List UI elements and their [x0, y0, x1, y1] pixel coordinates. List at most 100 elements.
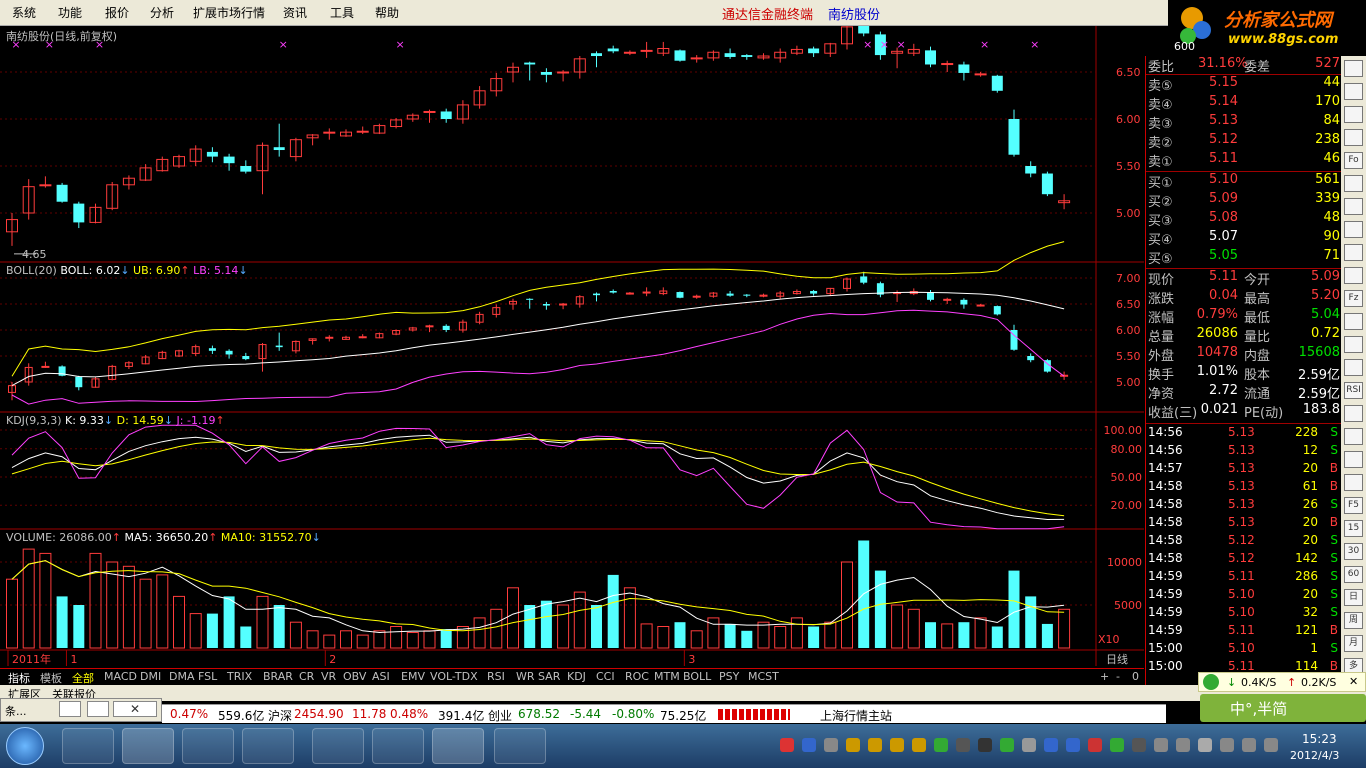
- tab-voltdx[interactable]: VOL-TDX: [430, 670, 478, 683]
- taskbar-app-cards-icon[interactable]: [62, 728, 114, 764]
- toolbar-button-icon[interactable]: 15: [1344, 520, 1363, 537]
- toolbar-button-icon[interactable]: [1344, 405, 1363, 422]
- tray-app-icon[interactable]: [868, 738, 882, 752]
- tab-mtm[interactable]: MTM: [654, 670, 680, 683]
- toolbar-button-icon[interactable]: [1344, 336, 1363, 353]
- tray-app-icon[interactable]: [1022, 738, 1036, 752]
- start-button[interactable]: [6, 727, 44, 765]
- tab-[interactable]: 指标: [8, 670, 30, 686]
- menu-analysis[interactable]: 分析: [150, 4, 174, 21]
- tray-app-icon[interactable]: [956, 738, 970, 752]
- tray-app-icon[interactable]: [912, 738, 926, 752]
- toolbar-button-icon[interactable]: [1344, 428, 1363, 445]
- ime-toolbar[interactable]: 中°,半简: [1200, 694, 1366, 722]
- toolbar-button-icon[interactable]: [1344, 267, 1363, 284]
- toolbar-button-icon[interactable]: [1344, 198, 1363, 215]
- toolbar-button-icon[interactable]: [1344, 313, 1363, 330]
- menu-news[interactable]: 资讯: [283, 4, 307, 21]
- chart-area[interactable]: 6.50 6.00 5.50 5.00 7.00 6.50 6.00 5.50 5.00 100.…: [0, 26, 1144, 686]
- toolbar-button-icon[interactable]: 60: [1344, 566, 1363, 583]
- tab-dmi[interactable]: DMI: [140, 670, 161, 683]
- tab-emv[interactable]: EMV: [401, 670, 425, 683]
- toolbar-button-icon[interactable]: 日: [1344, 589, 1363, 606]
- toolbar-button-icon[interactable]: [1344, 244, 1363, 261]
- toolbar-button-icon[interactable]: [1344, 359, 1363, 376]
- taskbar-app-paint-icon[interactable]: [242, 728, 294, 764]
- taskbar-app-qq-icon[interactable]: [372, 728, 424, 764]
- toolbar-button-icon[interactable]: Fo: [1344, 152, 1363, 169]
- toolbar-button-icon[interactable]: [1344, 60, 1363, 77]
- zoom-control-button[interactable]: +: [1100, 670, 1109, 683]
- restore-button[interactable]: [59, 701, 81, 717]
- tab-wr[interactable]: WR: [516, 670, 535, 683]
- menu-function[interactable]: 功能: [58, 4, 82, 21]
- tab-asi[interactable]: ASI: [372, 670, 390, 683]
- menu-help[interactable]: 帮助: [375, 4, 399, 21]
- tab-mcst[interactable]: MCST: [748, 670, 779, 683]
- tray-app-icon[interactable]: [934, 738, 948, 752]
- zoom-control-button[interactable]: 0: [1132, 670, 1139, 683]
- tab-roc[interactable]: ROC: [625, 670, 649, 683]
- market-server-label[interactable]: 上海行情主站: [820, 707, 892, 724]
- toolbar-button-icon[interactable]: [1344, 83, 1363, 100]
- toolbar-button-icon[interactable]: RSI: [1344, 382, 1363, 399]
- tab-brar[interactable]: BRAR: [263, 670, 293, 683]
- tray-app-icon[interactable]: [1000, 738, 1014, 752]
- toolbar-button-icon[interactable]: Fz: [1344, 290, 1363, 307]
- tray-app-icon[interactable]: [1066, 738, 1080, 752]
- close-icon[interactable]: ✕: [1349, 675, 1358, 688]
- tab-cr[interactable]: CR: [299, 670, 314, 683]
- candlestick-chart[interactable]: 6.50 6.00 5.50 5.00 7.00 6.50 6.00 5.50 5.00 100.…: [0, 26, 1144, 686]
- menu-ext-market[interactable]: 扩展市场行情: [193, 4, 265, 21]
- tab-cci[interactable]: CCI: [596, 670, 615, 683]
- tray-app-icon[interactable]: [824, 738, 838, 752]
- tray-app-icon[interactable]: [1220, 738, 1234, 752]
- tab-rsi[interactable]: RSI: [487, 670, 505, 683]
- tray-app-icon[interactable]: [1088, 738, 1102, 752]
- tab-[interactable]: 全部: [72, 670, 94, 686]
- tray-app-icon[interactable]: [846, 738, 860, 752]
- taskbar-app-handshake-icon[interactable]: [312, 728, 364, 764]
- zoom-control-button[interactable]: -: [1116, 670, 1120, 683]
- tray-app-icon[interactable]: [1198, 738, 1212, 752]
- tray-app-icon[interactable]: [802, 738, 816, 752]
- menu-system[interactable]: 系统: [12, 4, 36, 21]
- tray-app-icon[interactable]: [1110, 738, 1124, 752]
- tray-app-icon[interactable]: [1044, 738, 1058, 752]
- clock-time[interactable]: 15:23: [1302, 732, 1337, 746]
- taskbar-app-stock-icon[interactable]: [494, 728, 546, 764]
- tab-vr[interactable]: VR: [321, 670, 336, 683]
- toolbar-button-icon[interactable]: 周: [1344, 612, 1363, 629]
- tab-sar[interactable]: SAR: [538, 670, 560, 683]
- tray-app-icon[interactable]: [1264, 738, 1278, 752]
- taskbar-app-browser-icon[interactable]: [182, 728, 234, 764]
- toolbar-button-icon[interactable]: F5: [1344, 497, 1363, 514]
- menu-tools[interactable]: 工具: [330, 4, 354, 21]
- tab-obv[interactable]: OBV: [343, 670, 366, 683]
- toolbar-button-icon[interactable]: 月: [1344, 635, 1363, 652]
- menu-quote[interactable]: 报价: [105, 4, 129, 21]
- taskbar-app-media-icon[interactable]: [122, 728, 174, 764]
- toolbar-button-icon[interactable]: [1344, 129, 1363, 146]
- toolbar-button-icon[interactable]: [1344, 175, 1363, 192]
- taskbar-app-tdx-icon[interactable]: [432, 728, 484, 764]
- clock-date[interactable]: 2012/4/3: [1290, 749, 1339, 762]
- tab-boll[interactable]: BOLL: [683, 670, 711, 683]
- tab-macd[interactable]: MACD: [104, 670, 137, 683]
- toolbar-button-icon[interactable]: [1344, 474, 1363, 491]
- tray-app-icon[interactable]: [1132, 738, 1146, 752]
- tab-trix[interactable]: TRIX: [227, 670, 252, 683]
- tray-app-icon[interactable]: [978, 738, 992, 752]
- tray-app-icon[interactable]: [1154, 738, 1168, 752]
- tray-app-icon[interactable]: [890, 738, 904, 752]
- tab-kdj[interactable]: KDJ: [567, 670, 586, 683]
- tray-app-icon[interactable]: [1242, 738, 1256, 752]
- toolbar-button-icon[interactable]: 30: [1344, 543, 1363, 560]
- tab-[interactable]: 模板: [40, 670, 62, 686]
- tray-app-icon[interactable]: [780, 738, 794, 752]
- maximize-button[interactable]: [87, 701, 109, 717]
- tab-fsl[interactable]: FSL: [198, 670, 217, 683]
- tray-app-icon[interactable]: [1176, 738, 1190, 752]
- floating-window[interactable]: 条... ✕: [0, 698, 162, 722]
- toolbar-button-icon[interactable]: [1344, 451, 1363, 468]
